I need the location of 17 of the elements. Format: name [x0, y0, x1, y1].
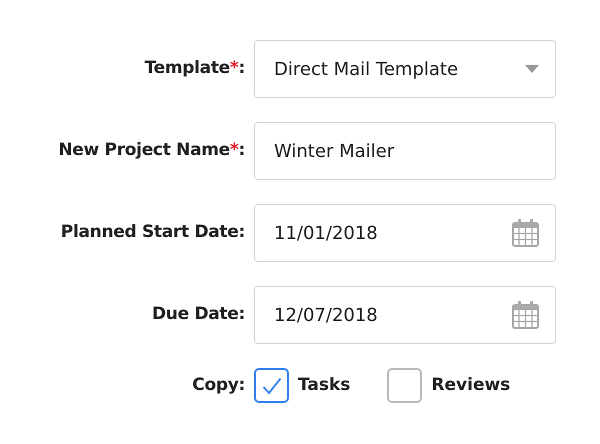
template-dropdown[interactable]: Direct Mail Template [254, 40, 556, 98]
field-label: Template*: [144, 57, 245, 80]
checkbox[interactable] [254, 368, 289, 403]
field-label: Planned Start Date: [60, 221, 245, 244]
dropdown-caret-icon[interactable] [525, 65, 539, 73]
input-field[interactable]: Winter Mailer [254, 122, 556, 180]
field-label: Due Date: [150, 303, 245, 326]
field-label: Copy: [191, 374, 245, 397]
checkbox-label[interactable]: Reviews [431, 372, 510, 398]
calendar-icon[interactable] [512, 301, 539, 329]
calendar-icon[interactable] [512, 219, 539, 247]
checkbox-label[interactable]: Tasks [298, 372, 350, 398]
date-field[interactable]: 12/07/2018 [254, 286, 556, 344]
checkmark-icon [262, 376, 282, 394]
date-field[interactable]: 11/01/2018 [254, 204, 556, 262]
field-label: New Project Name*: [57, 139, 245, 162]
checkbox[interactable] [387, 368, 422, 403]
